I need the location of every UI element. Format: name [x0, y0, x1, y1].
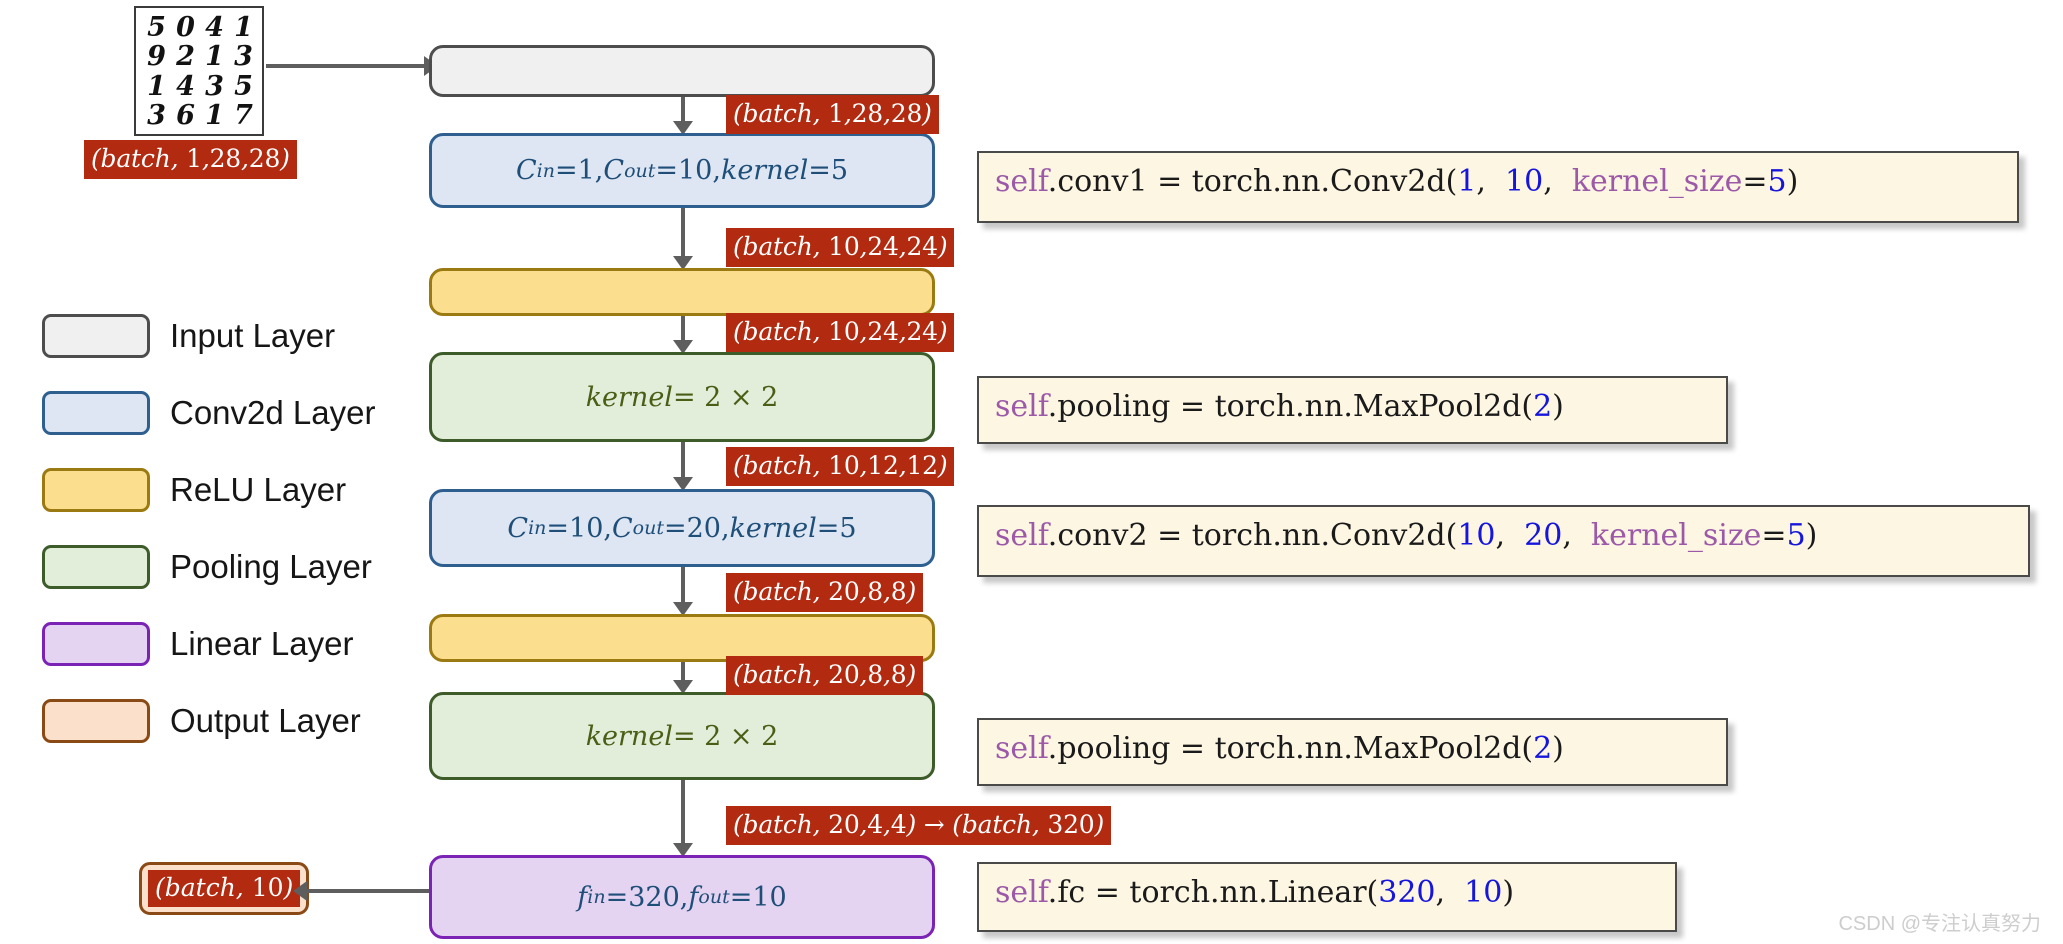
pooling1-box: kernel = 2 × 2: [429, 352, 935, 442]
mnist-digit-grid: 5041921314353617: [142, 13, 258, 130]
input-layer-box: [429, 45, 935, 97]
legend-item-label: ReLU Layer: [170, 470, 347, 508]
mnist-digit: 9: [147, 41, 166, 73]
input-arrow: [266, 56, 438, 76]
flow-arrow-6: [673, 780, 693, 857]
shape-after-input: (batch, 1,28,28): [726, 95, 939, 134]
shape-after-conv1: (batch, 10,24,24): [726, 228, 955, 267]
legend-item-label: Input Layer: [170, 316, 336, 354]
mnist-digit: 6: [176, 99, 195, 131]
mnist-digit: 4: [205, 12, 224, 44]
flow-arrow-4: [673, 567, 693, 616]
code-fc: self.fc = torch.nn.Linear(320, 10): [977, 862, 1677, 932]
code-conv1: self.conv1 = torch.nn.Conv2d(1, 10, kern…: [977, 151, 2019, 223]
output-arrow: [293, 881, 429, 901]
mnist-digit: 3: [147, 99, 166, 131]
legend-item-label: Conv2d Layer: [170, 393, 376, 431]
legend-item-output-layer: Output Layer: [42, 682, 442, 759]
output-shape-label: (batch, 10): [148, 870, 301, 907]
mnist-digit: 1: [234, 12, 253, 44]
mnist-digit: 0: [176, 12, 195, 44]
diagram-canvas: 5041921314353617 (batch, 1,28,28) Input …: [0, 0, 2063, 944]
flow-arrow-0: [673, 97, 693, 135]
shape-after-conv2: (batch, 20,8,8): [726, 573, 924, 612]
legend-item-relu-layer: ReLU Layer: [42, 451, 442, 528]
legend-swatch-icon: [42, 313, 150, 358]
legend-item-linear-layer: Linear Layer: [42, 605, 442, 682]
relu1-box: [429, 268, 935, 316]
shape-after-pool2: (batch, 20,4,4) → (batch, 320): [726, 806, 1112, 845]
legend-item-label: Pooling Layer: [170, 547, 372, 585]
code-pooling-1: self.pooling = torch.nn.MaxPool2d(2): [977, 376, 1728, 444]
legend-swatch-icon: [42, 467, 150, 512]
mnist-digit: 3: [234, 41, 253, 73]
mnist-digit: 7: [234, 99, 253, 131]
legend-swatch-icon: [42, 621, 150, 666]
shape-label-input-sample: (batch, 1,28,28): [84, 140, 297, 179]
flow-arrow-1: [673, 208, 693, 270]
shape-after-relu1: (batch, 10,24,24): [726, 313, 955, 352]
flow-arrow-2: [673, 316, 693, 354]
conv1-box: Cin = 1, Cout = 10, kernel = 5: [429, 133, 935, 208]
mnist-digit: 2: [176, 41, 195, 73]
legend: Input Layer Conv2d Layer ReLU Layer Pooling…: [42, 297, 442, 759]
shape-after-relu2: (batch, 20,8,8): [726, 656, 924, 695]
legend-swatch-icon: [42, 544, 150, 589]
mnist-sample-image: 5041921314353617: [134, 6, 264, 136]
relu2-box: [429, 614, 935, 662]
mnist-digit: 3: [205, 70, 224, 102]
csdn-watermark: CSDN @专注认真努力: [1838, 913, 2041, 935]
legend-item-input-layer: Input Layer: [42, 297, 442, 374]
flow-arrow-5: [673, 662, 693, 694]
mnist-digit: 1: [147, 70, 166, 102]
code-pooling-2: self.pooling = torch.nn.MaxPool2d(2): [977, 718, 1728, 786]
output-layer-pill: (batch, 10): [139, 862, 310, 915]
legend-item-pooling-layer: Pooling Layer: [42, 528, 442, 605]
linear-box: f in = 320, f out = 10: [429, 855, 935, 939]
flow-arrow-3: [673, 442, 693, 491]
mnist-digit: 4: [176, 70, 195, 102]
code-conv2: self.conv2 = torch.nn.Conv2d(10, 20, ker…: [977, 505, 2030, 577]
legend-item-label: Linear Layer: [170, 624, 354, 662]
legend-swatch-icon: [42, 390, 150, 435]
legend-item-label: Output Layer: [170, 701, 361, 739]
legend-swatch-icon: [42, 698, 150, 743]
mnist-digit: 1: [205, 41, 224, 73]
mnist-digit: 5: [147, 12, 166, 44]
conv2-box: Cin = 10, Cout = 20, kernel = 5: [429, 489, 935, 567]
mnist-digit: 5: [234, 70, 253, 102]
mnist-digit: 1: [205, 99, 224, 131]
pooling2-box: kernel = 2 × 2: [429, 692, 935, 780]
shape-after-pool1: (batch, 10,12,12): [726, 447, 955, 486]
legend-item-conv2d-layer: Conv2d Layer: [42, 374, 442, 451]
